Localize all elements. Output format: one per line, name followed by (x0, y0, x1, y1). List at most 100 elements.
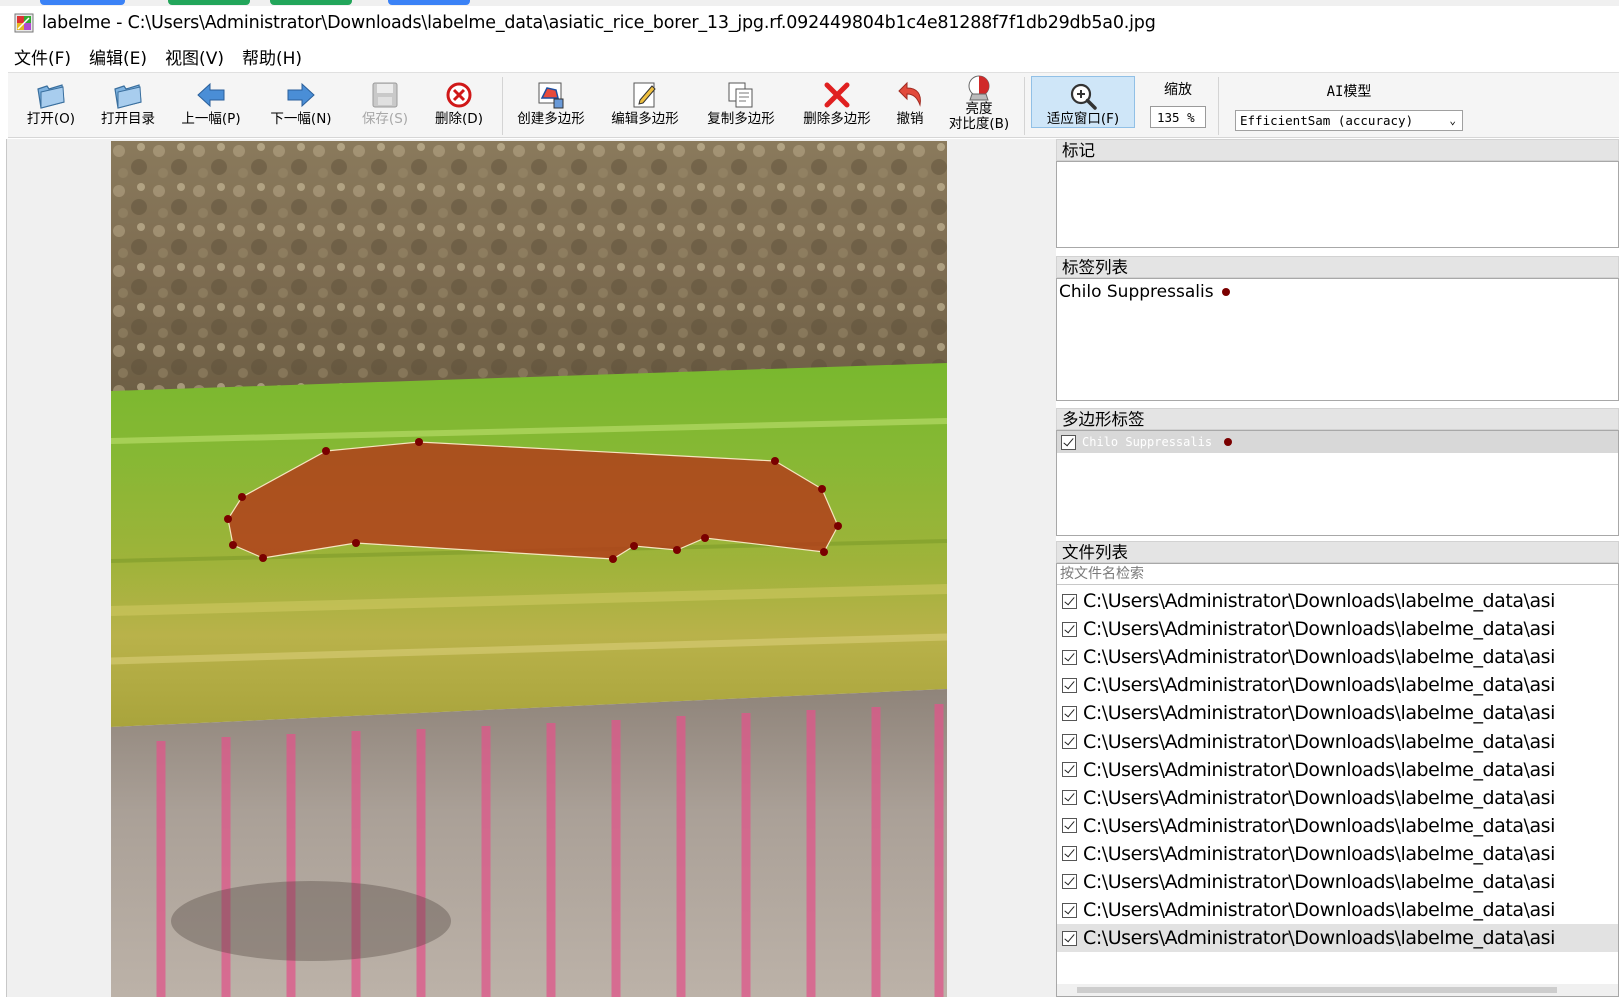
file-checkbox[interactable] (1062, 818, 1077, 834)
file-path: C:\Users\Administrator\Downloads\labelme… (1083, 870, 1555, 893)
ai-model-widget: AI模型 EfficientSam (accuracy) ⌄ (1232, 81, 1466, 131)
file-list-item[interactable]: C:\Users\Administrator\Downloads\labelme… (1057, 812, 1618, 840)
label-color-dot (1221, 288, 1230, 296)
file-checkbox[interactable] (1062, 621, 1077, 637)
ai-model-title: AI模型 (1326, 84, 1372, 100)
file-checkbox[interactable] (1062, 930, 1077, 946)
file-path: C:\Users\Administrator\Downloads\labelme… (1083, 590, 1555, 613)
open-folder-icon (34, 78, 68, 112)
label-list-title: 标签列表 (1056, 256, 1619, 278)
tab-pill (168, 0, 250, 5)
file-path: C:\Users\Administrator\Downloads\labelme… (1083, 730, 1555, 753)
duplicate-icon (724, 78, 758, 112)
chevron-down-icon: ⌄ (1449, 114, 1456, 127)
fit-window-button[interactable]: 适应窗口(F) (1031, 76, 1135, 128)
file-list-item[interactable]: C:\Users\Administrator\Downloads\labelme… (1057, 615, 1618, 643)
menu-view[interactable]: 视图(V) (165, 44, 224, 69)
annotation-image (111, 141, 947, 997)
file-path: C:\Users\Administrator\Downloads\labelme… (1083, 646, 1555, 669)
polygon-chilo-suppressalis[interactable] (227, 441, 839, 560)
undo-arrow-icon (893, 78, 927, 112)
file-checkbox[interactable] (1062, 734, 1077, 750)
file-list-item[interactable]: C:\Users\Administrator\Downloads\labelme… (1057, 671, 1618, 699)
file-checkbox[interactable] (1062, 593, 1077, 609)
file-path: C:\Users\Administrator\Downloads\labelme… (1083, 758, 1555, 781)
file-checkbox[interactable] (1062, 790, 1077, 806)
ai-model-value: EfficientSam (accuracy) (1240, 113, 1414, 128)
labelme-app-icon (14, 13, 34, 33)
polygon-labels-dock: 多边形标签 Chilo Suppressalis (1056, 408, 1619, 536)
label-list-dock: 标签列表 Chilo Suppressalis (1056, 256, 1619, 401)
delete-circle-icon (442, 78, 476, 112)
open-button[interactable]: 打开(O) (22, 75, 80, 137)
arrow-left-icon (194, 78, 228, 112)
file-checkbox[interactable] (1062, 846, 1077, 862)
open-dir-button[interactable]: 打开目录 (96, 75, 160, 137)
file-checkbox[interactable] (1062, 705, 1077, 721)
horizontal-scrollbar[interactable] (1057, 984, 1618, 996)
polygon-labels-list[interactable]: Chilo Suppressalis (1056, 430, 1619, 536)
zoom-fit-icon (1066, 79, 1100, 112)
zoom-widget: 缩放 135 % (1146, 79, 1210, 128)
polygon-visibility-checkbox[interactable] (1061, 434, 1076, 450)
file-list-item[interactable]: C:\Users\Administrator\Downloads\labelme… (1057, 756, 1618, 784)
zoom-title: 缩放 (1164, 82, 1192, 98)
edit-polygon-button[interactable]: 编辑多边形 (606, 75, 684, 137)
menu-edit[interactable]: 编辑(E) (89, 44, 147, 69)
label-list[interactable]: Chilo Suppressalis (1056, 278, 1619, 401)
file-checkbox[interactable] (1062, 649, 1077, 665)
file-checkbox[interactable] (1062, 762, 1077, 778)
image-canvas[interactable] (111, 141, 947, 997)
delete-file-button[interactable]: 删除(D) (428, 75, 490, 137)
brightness-contrast-button[interactable]: 亮度 对比度(B) (942, 73, 1016, 135)
edit-pencil-icon (628, 78, 662, 112)
file-list-item[interactable]: C:\Users\Administrator\Downloads\labelme… (1057, 699, 1618, 727)
file-list-item[interactable]: C:\Users\Administrator\Downloads\labelme… (1057, 643, 1618, 671)
label-color-dot (1224, 438, 1233, 446)
file-search-input[interactable]: 按文件名检索 (1057, 564, 1618, 585)
brightness-icon (964, 74, 994, 102)
create-polygon-icon (534, 78, 568, 112)
toolbar-separator (502, 77, 503, 135)
save-disk-icon (368, 78, 402, 112)
list-item[interactable]: Chilo Suppressalis (1057, 281, 1618, 303)
file-path: C:\Users\Administrator\Downloads\labelme… (1083, 927, 1555, 950)
duplicate-polygon-button[interactable]: 复制多边形 (702, 75, 780, 137)
file-checkbox[interactable] (1062, 677, 1077, 693)
window-title: labelme - C:\Users\Administrator\Downloa… (42, 13, 1156, 33)
title-bar: labelme - C:\Users\Administrator\Downloa… (0, 6, 1619, 40)
tab-pill (40, 0, 125, 5)
menu-file[interactable]: 文件(F) (14, 44, 71, 69)
save-button[interactable]: 保存(S) (356, 75, 414, 137)
file-list-dock: 文件列表 按文件名检索 C:\Users\Administrator\Downl… (1056, 541, 1619, 997)
file-checkbox[interactable] (1062, 874, 1077, 890)
file-list-item[interactable]: C:\Users\Administrator\Downloads\labelme… (1057, 896, 1618, 924)
menu-help[interactable]: 帮助(H) (242, 44, 302, 69)
delete-x-icon (820, 78, 854, 112)
scrollbar-thumb[interactable] (1077, 987, 1557, 993)
arrow-right-icon (284, 78, 318, 112)
tab-pill (270, 0, 352, 5)
next-image-button[interactable]: 下一幅(N) (266, 75, 336, 137)
file-path: C:\Users\Administrator\Downloads\labelme… (1083, 814, 1555, 837)
label-text: Chilo Suppressalis (1059, 282, 1214, 302)
undo-button[interactable]: 撤销 (888, 75, 932, 137)
file-list-item[interactable]: C:\Users\Administrator\Downloads\labelme… (1057, 587, 1618, 615)
toolbar-separator (1024, 77, 1025, 135)
file-path: C:\Users\Administrator\Downloads\labelme… (1083, 899, 1555, 922)
prev-image-button[interactable]: 上一幅(P) (176, 75, 246, 137)
zoom-input[interactable]: 135 % (1150, 106, 1206, 128)
delete-polygon-button[interactable]: 删除多边形 (798, 75, 876, 137)
file-list-item[interactable]: C:\Users\Administrator\Downloads\labelme… (1057, 727, 1618, 755)
file-path: C:\Users\Administrator\Downloads\labelme… (1083, 618, 1555, 641)
file-list-item[interactable]: C:\Users\Administrator\Downloads\labelme… (1057, 924, 1618, 953)
file-checkbox[interactable] (1062, 902, 1077, 918)
file-list-item[interactable]: C:\Users\Administrator\Downloads\labelme… (1057, 840, 1618, 868)
create-polygon-button[interactable]: 创建多边形 (512, 75, 590, 137)
ai-model-select[interactable]: EfficientSam (accuracy) ⌄ (1235, 110, 1463, 131)
list-item[interactable]: Chilo Suppressalis (1057, 431, 1618, 453)
toolbar-separator (1218, 77, 1219, 135)
file-list-item[interactable]: C:\Users\Administrator\Downloads\labelme… (1057, 868, 1618, 896)
flags-list[interactable] (1056, 161, 1619, 248)
file-list-item[interactable]: C:\Users\Administrator\Downloads\labelme… (1057, 784, 1618, 812)
